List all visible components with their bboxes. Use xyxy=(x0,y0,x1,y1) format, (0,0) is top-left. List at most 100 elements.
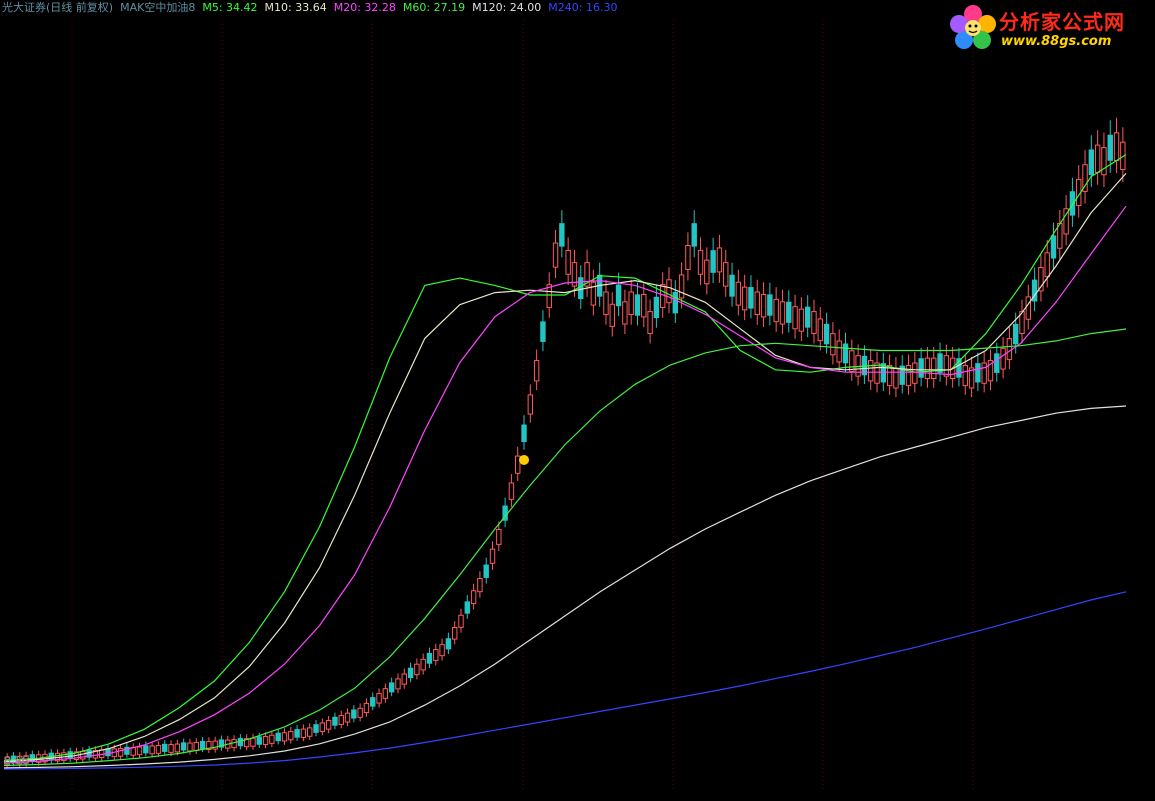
kline-chart[interactable] xyxy=(0,0,1155,801)
candle-body[interactable] xyxy=(351,709,357,719)
site-logo[interactable]: 分析家公式网 www.88gs.com xyxy=(947,2,1147,54)
candle-body[interactable] xyxy=(332,716,338,726)
ma-line-m60[interactable] xyxy=(3,328,1127,767)
candle-body[interactable] xyxy=(962,364,968,387)
kline-chart-svg[interactable] xyxy=(0,0,1155,801)
candle-body[interactable] xyxy=(647,311,653,335)
candle-body[interactable] xyxy=(1113,132,1120,162)
candle-body[interactable] xyxy=(445,638,452,650)
candle-body[interactable] xyxy=(868,360,874,382)
candle-body[interactable] xyxy=(823,323,830,345)
candle-body[interactable] xyxy=(262,735,269,746)
candle-body[interactable] xyxy=(281,732,288,742)
candle-body[interactable] xyxy=(1088,149,1095,176)
ma-line-m120[interactable] xyxy=(3,405,1127,769)
candle-body[interactable] xyxy=(382,688,389,699)
ma-line-m5[interactable] xyxy=(3,154,1127,762)
candle-body[interactable] xyxy=(496,529,502,545)
candle-body[interactable] xyxy=(275,732,281,742)
candle-body[interactable] xyxy=(666,279,672,304)
candle-body[interactable] xyxy=(117,747,124,757)
candle-body[interactable] xyxy=(685,244,691,271)
candle-body[interactable] xyxy=(269,734,275,744)
candle-body[interactable] xyxy=(464,601,471,614)
candle-body[interactable] xyxy=(836,340,842,363)
candle-body[interactable] xyxy=(344,712,351,723)
candle-body[interactable] xyxy=(779,301,786,325)
candle-body[interactable] xyxy=(313,724,319,733)
candle-body[interactable] xyxy=(628,291,634,316)
candle-body[interactable] xyxy=(458,614,464,628)
ma-line-m10[interactable] xyxy=(3,173,1127,763)
candle-body[interactable] xyxy=(407,667,414,679)
candle-body[interactable] xyxy=(552,242,559,268)
candle-body[interactable] xyxy=(634,294,641,316)
candle-body[interactable] xyxy=(691,223,697,247)
candle-body[interactable] xyxy=(483,564,489,578)
candle-body[interactable] xyxy=(136,746,143,756)
candle-body[interactable] xyxy=(300,728,307,738)
candle-body[interactable] xyxy=(931,357,937,380)
candle-body[interactable] xyxy=(1050,235,1057,259)
candle-body[interactable] xyxy=(1101,147,1107,176)
candle-body[interactable] xyxy=(994,353,1000,373)
candle-body[interactable] xyxy=(760,293,767,318)
candle-body[interactable] xyxy=(288,731,294,741)
candle-body[interactable] xyxy=(180,742,187,751)
candle-body[interactable] xyxy=(811,311,817,335)
candle-body[interactable] xyxy=(704,259,710,285)
candle-body[interactable] xyxy=(716,247,723,273)
candle-body[interactable] xyxy=(754,291,760,316)
candle-body[interactable] xyxy=(729,274,735,297)
candle-body[interactable] xyxy=(256,736,262,745)
ma-line-m20[interactable] xyxy=(3,205,1127,764)
candle-body[interactable] xyxy=(924,357,931,380)
candle-body[interactable] xyxy=(155,745,162,754)
candle-body[interactable] xyxy=(798,308,805,332)
candle-body[interactable] xyxy=(540,321,546,342)
candle-body[interactable] xyxy=(521,424,527,443)
candle-body[interactable] xyxy=(874,362,880,384)
candle-body[interactable] xyxy=(433,649,439,661)
candle-body[interactable] xyxy=(168,744,174,753)
candle-body[interactable] xyxy=(748,287,754,309)
candle-body[interactable] xyxy=(786,301,792,323)
candle-body[interactable] xyxy=(363,702,370,714)
candle-body[interactable] xyxy=(527,394,534,415)
candle-body[interactable] xyxy=(231,739,237,749)
candle-body[interactable] xyxy=(578,277,584,300)
candle-body[interactable] xyxy=(1006,338,1013,361)
candle-body[interactable] xyxy=(187,742,193,752)
candle-body[interactable] xyxy=(105,748,111,757)
candle-body[interactable] xyxy=(678,274,685,299)
candle-body[interactable] xyxy=(319,722,326,733)
candle-body[interactable] xyxy=(609,303,615,327)
candle-body[interactable] xyxy=(325,720,332,730)
candle-body[interactable] xyxy=(741,286,748,311)
candle-body[interactable] xyxy=(565,249,571,275)
candle-body[interactable] xyxy=(830,333,836,356)
candle-body[interactable] xyxy=(307,727,313,737)
candle-body[interactable] xyxy=(943,355,950,377)
candle-body[interactable] xyxy=(735,281,742,306)
candle-body[interactable] xyxy=(143,745,149,754)
candle-body[interactable] xyxy=(981,362,987,384)
candle-body[interactable] xyxy=(842,343,849,364)
candle-body[interactable] xyxy=(67,751,73,760)
candle-body[interactable] xyxy=(1044,252,1050,278)
candle-body[interactable] xyxy=(199,740,206,750)
candle-body[interactable] xyxy=(477,578,483,593)
candle-body[interactable] xyxy=(80,750,86,760)
candle-body[interactable] xyxy=(489,548,496,564)
candle-body[interactable] xyxy=(767,294,773,316)
candle-body[interactable] xyxy=(370,697,376,707)
candle-body[interactable] xyxy=(294,729,300,738)
candle-body[interactable] xyxy=(622,301,628,325)
candle-body[interactable] xyxy=(697,249,704,275)
candle-body[interactable] xyxy=(1000,347,1006,370)
candle-body[interactable] xyxy=(905,364,912,387)
ma-line-m240[interactable] xyxy=(3,591,1127,770)
candle-body[interactable] xyxy=(1012,323,1019,345)
candle-body[interactable] xyxy=(603,291,609,316)
candle-body[interactable] xyxy=(773,298,779,323)
